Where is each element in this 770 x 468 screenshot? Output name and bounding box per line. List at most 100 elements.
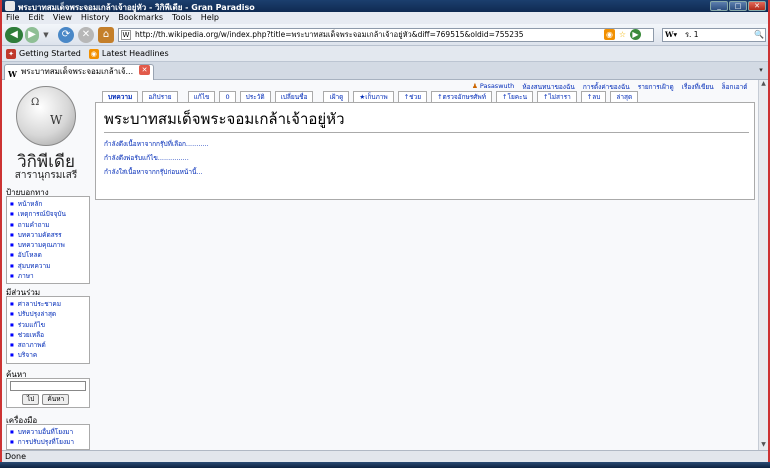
bookmark-label: Getting Started xyxy=(19,49,81,58)
nav-item[interactable]: ถามคำถาม xyxy=(10,220,86,230)
interaction-portlet: ศาลาประชาคม ปรับปรุงล่าสุด ร่วมแก้ไข ช่ว… xyxy=(6,296,90,364)
nav-item[interactable]: บทความคัดสรร xyxy=(10,230,86,240)
menu-history[interactable]: History xyxy=(81,12,109,24)
tab-favicon-icon: W xyxy=(8,69,17,79)
close-button[interactable]: ✕ xyxy=(748,1,766,11)
tab-move-up[interactable]: ↑โยคะน xyxy=(496,91,534,102)
nav-item[interactable]: บทความคุณภาพ xyxy=(10,240,86,250)
browser-tab[interactable]: W พระบาทสมเด็จพระจอมเกล้าเจ้... xyxy=(4,64,154,80)
title-bar: พระบาทสมเด็จพระจอมเกล้าเจ้าอยู่หัว - วิก… xyxy=(2,0,768,12)
interact-item[interactable]: ช่วยเหลือ xyxy=(10,330,86,340)
menu-bar: File Edit View History Bookmarks Tools H… xyxy=(2,12,768,24)
logout-link[interactable]: ล็อกเอาต์ xyxy=(722,82,748,92)
logo-subtitle: สารานุกรมเสรี xyxy=(14,170,78,181)
stop-button[interactable]: ✕ xyxy=(78,27,94,43)
search-input[interactable]: ร. 1 xyxy=(685,30,699,39)
rss-icon[interactable]: ◉ xyxy=(604,29,615,40)
star-icon[interactable]: ☆ xyxy=(617,29,628,40)
getting-started-icon: ✦ xyxy=(6,48,16,59)
status-text: Done xyxy=(5,452,27,461)
web-page: Ω W วิกิพีเดีย สารานุกรมเสรี ป้ายบอกทาง … xyxy=(2,80,768,450)
nav-item[interactable]: สุ่มบทความ xyxy=(10,261,86,271)
tab-move[interactable]: เปลี่ยนชื่อ xyxy=(274,91,314,102)
interact-item[interactable]: สถาภาพต์ xyxy=(10,340,86,350)
content-tabs: บทความ อภิปราย แก้ไข 0 ประวัติ เปลี่ยนชื… xyxy=(102,91,639,102)
home-button[interactable]: ⌂ xyxy=(98,27,114,43)
url-bar[interactable]: W http://th.wikipedia.org/w/index.php?ti… xyxy=(118,28,654,42)
content-link[interactable]: กำลังใส่เนื้อหาจากกรุ๊ปก่อนหน้านี้... xyxy=(104,167,746,177)
back-button[interactable]: ◀ xyxy=(5,27,23,43)
globe-glyph: Ω xyxy=(31,97,40,108)
tab-spellcheck[interactable]: ↑ตรวจอักษรศัพท์ xyxy=(431,91,492,102)
content-link[interactable]: กำลังดึงพ่อรับแก้ไข............... xyxy=(104,153,746,163)
tab-discussion[interactable]: อภิปราย xyxy=(142,91,178,102)
page-title: พระบาทสมเด็จพระจอมเกล้าเจ้าอยู่หัว xyxy=(104,107,749,133)
globe-glyph: W xyxy=(50,113,63,127)
scroll-up-icon[interactable]: ▲ xyxy=(759,80,768,89)
minimize-button[interactable]: _ xyxy=(710,1,728,11)
search-button[interactable]: ค้นหา xyxy=(42,394,70,405)
firefox-icon xyxy=(5,1,15,11)
site-favicon-icon: W xyxy=(121,30,131,40)
tools-item[interactable]: การปรับปรุงที่โยงมา xyxy=(10,437,86,447)
go-button[interactable]: ไป xyxy=(22,394,40,405)
tab-close-icon[interactable]: ✕ xyxy=(139,65,150,75)
watchlist-link[interactable]: รายการเฝ้าดู xyxy=(638,82,674,92)
forward-button[interactable]: ▶ xyxy=(25,27,39,43)
wiki-logo[interactable]: Ω W วิกิพีเดีย สารานุกรมเสรี xyxy=(6,80,82,192)
nav-item[interactable]: ภาษา xyxy=(10,271,86,281)
contributions-link[interactable]: เรื่องที่เขียน xyxy=(682,82,714,92)
tab-label: พระบาทสมเด็จพระจอมเกล้าเจ้... xyxy=(21,67,134,76)
nav-item[interactable]: หน้าหลัก xyxy=(10,199,86,209)
search-box[interactable]: W▾ ร. 1 🔍 xyxy=(662,28,766,42)
interact-item[interactable]: ศาลาประชาคม xyxy=(10,299,86,309)
interact-item[interactable]: ร่วมแก้ไข xyxy=(10,320,86,330)
bookmark-latest-headlines[interactable]: ◉ Latest Headlines xyxy=(88,48,169,59)
tools-item[interactable]: บทความอื่นที่โยงมา xyxy=(10,427,86,437)
rss-icon: ◉ xyxy=(88,48,99,59)
interact-item[interactable]: ปรับปรุงล่าสุด xyxy=(10,309,86,319)
status-bar: Done xyxy=(2,450,768,462)
tab-history[interactable]: ประวัติ xyxy=(239,91,271,102)
tab-new-section[interactable]: 0 xyxy=(219,91,236,102)
nav-item[interactable]: อัปโหลด xyxy=(10,250,86,260)
navigation-portlet: หน้าหลัก เหตุการณ์ปัจจุบัน ถามคำถาม บทคว… xyxy=(6,196,90,284)
tab-list-icon[interactable]: ▾ xyxy=(756,66,766,76)
tab-strip: W พระบาทสมเด็จพระจอมเกล้าเจ้... ✕ ▾ xyxy=(2,62,768,80)
bookmarks-toolbar: ✦ Getting Started ◉ Latest Headlines xyxy=(2,46,768,62)
scroll-down-icon[interactable]: ▼ xyxy=(759,441,768,450)
menu-tools[interactable]: Tools xyxy=(172,12,192,24)
content-link[interactable]: กำลังดึงเนื้อหาจากกรุ๊ปที่เลือก.........… xyxy=(104,139,746,149)
nav-item[interactable]: เหตุการณ์ปัจจุบัน xyxy=(10,209,86,219)
tab-delete[interactable]: ↑ลบ xyxy=(580,91,607,102)
browser-window: พระบาทสมเด็จพระจอมเกล้าเจ้าอยู่หัว - วิก… xyxy=(0,0,770,468)
maximize-button[interactable]: □ xyxy=(729,1,747,11)
bookmark-label: Latest Headlines xyxy=(101,49,169,58)
globe-icon: Ω W xyxy=(16,86,76,146)
menu-view[interactable]: View xyxy=(53,12,72,24)
menu-edit[interactable]: Edit xyxy=(28,12,44,24)
tab-article[interactable]: บทความ xyxy=(102,91,139,102)
navigation-toolbar: ◀ ▶ ▼ ⟳ ✕ ⌂ W http://th.wikipedia.org/w/… xyxy=(2,24,768,46)
search-go-icon[interactable]: 🔍 xyxy=(754,30,764,40)
tab-edit[interactable]: แก้ไข xyxy=(187,91,216,102)
wiki-search-input[interactable] xyxy=(10,381,86,391)
menu-file[interactable]: File xyxy=(6,12,19,24)
tab-not-content[interactable]: ↑ไม่สารา xyxy=(537,91,577,102)
tab-help[interactable]: ↑ช่วย xyxy=(397,91,428,102)
search-engine-icon[interactable]: W▾ xyxy=(665,29,677,41)
url-text: http://th.wikipedia.org/w/index.php?titl… xyxy=(135,30,524,39)
tab-archive[interactable]: ★เก็บภาพ xyxy=(353,91,394,102)
bookmark-getting-started[interactable]: ✦ Getting Started xyxy=(6,48,81,59)
menu-bookmarks[interactable]: Bookmarks xyxy=(118,12,163,24)
history-dropdown-icon[interactable]: ▼ xyxy=(41,27,51,43)
menu-help[interactable]: Help xyxy=(201,12,219,24)
reload-button[interactable]: ⟳ xyxy=(58,27,74,43)
interact-item[interactable]: บริจาค xyxy=(10,350,86,360)
tab-watch[interactable]: เฝ้าดู xyxy=(323,91,350,102)
vertical-scrollbar[interactable]: ▲ ▼ xyxy=(758,80,768,450)
tab-latest[interactable]: ล่าสุด xyxy=(610,91,639,102)
go-icon[interactable]: ▶ xyxy=(630,29,641,40)
search-portlet: ไป ค้นหา xyxy=(6,378,90,408)
tools-portlet: บทความอื่นที่โยงมา การปรับปรุงที่โยงมา xyxy=(6,424,90,450)
